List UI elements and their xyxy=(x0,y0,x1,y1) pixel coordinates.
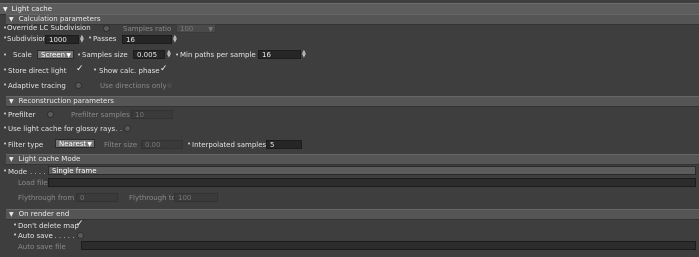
light-cache-title: Light cache xyxy=(11,5,53,13)
samples-size-label: Samples size xyxy=(82,51,128,59)
auto-save-label: Auto save xyxy=(18,232,53,240)
lc-mode-title: Light cache Mode xyxy=(18,155,81,163)
passes-label: Passes xyxy=(93,35,117,43)
glossy-checkbox[interactable] xyxy=(124,125,131,132)
calc-params-title: Calculation parameters xyxy=(18,15,101,23)
dropdown-arrow-icon: ▼ xyxy=(208,26,213,33)
min-paths-spinner-icon[interactable]: ▲ ▼ xyxy=(302,50,306,59)
mode-value: Single frame xyxy=(52,167,97,175)
subdivision-input[interactable]: 1000 xyxy=(45,35,79,44)
use-dirs-checkbox[interactable] xyxy=(166,82,173,89)
bullet-icon: • xyxy=(3,167,8,175)
mode-dots: . . . . xyxy=(30,168,46,176)
samples-ratio-value: 100 xyxy=(180,25,194,33)
show-calc-checkbox[interactable]: ✓ xyxy=(160,65,168,74)
glossy-dots: . . . xyxy=(111,125,123,133)
filter-size-input[interactable]: 0.00 xyxy=(141,140,183,149)
min-paths-label: Min paths per sample xyxy=(180,51,256,59)
auto-save-dots: . . . . . . xyxy=(50,232,75,240)
filter-type-value: Nearest xyxy=(59,140,87,148)
recon-params-title: Reconstruction parameters xyxy=(18,97,114,105)
lc-mode-header[interactable]: ▼ Light cache Mode xyxy=(6,154,699,165)
interp-dots: . xyxy=(256,141,259,149)
dont-delete-label: Don't delete map xyxy=(18,222,79,230)
bullet-icon: • xyxy=(3,51,8,59)
dont-delete-checkbox[interactable]: ✓ xyxy=(76,220,84,229)
adaptive-label: Adaptive tracing xyxy=(8,82,66,90)
bullet-icon: • xyxy=(3,124,8,132)
auto-save-file-label: Auto save file xyxy=(18,243,66,251)
collapse-triangle-icon: ▼ xyxy=(9,211,14,218)
flythrough-to-label: Flythrough to xyxy=(129,194,176,202)
subdivision-spinner-icon[interactable]: ▲ ▼ xyxy=(80,35,84,44)
render-end-title: On render end xyxy=(18,210,70,218)
store-direct-checkbox[interactable]: ✓ xyxy=(76,65,84,74)
prefilter-label: Prefilter xyxy=(8,111,36,119)
show-calc-label: Show calc. phase xyxy=(99,67,160,75)
samples-size-spinner-icon[interactable]: ▲ ▼ xyxy=(167,50,171,59)
samples-ratio-select[interactable]: 100 ▼ xyxy=(176,24,216,33)
passes-input[interactable]: 16 xyxy=(122,35,172,44)
passes-spinner-icon[interactable]: ▲ ▼ xyxy=(173,35,177,44)
load-file-label: Load file xyxy=(18,179,48,187)
min-paths-input[interactable]: 16 xyxy=(258,50,301,59)
render-end-header[interactable]: ▼ On render end xyxy=(6,209,699,220)
load-file-input[interactable] xyxy=(48,178,696,187)
auto-save-checkbox[interactable] xyxy=(77,232,84,239)
filter-type-select[interactable]: Nearest ▼ xyxy=(55,139,95,148)
collapse-triangle-icon: ▼ xyxy=(9,98,14,105)
store-direct-label: Store direct light xyxy=(8,67,67,75)
bullet-icon: • xyxy=(3,110,8,118)
samples-ratio-label: Samples ratio xyxy=(123,25,172,33)
calc-params-header[interactable]: ▼ Calculation parameters xyxy=(6,14,699,25)
collapse-triangle-icon: ▼ xyxy=(9,16,14,23)
scale-value: Screen xyxy=(41,51,66,59)
scale-label: Scale xyxy=(13,51,32,59)
auto-save-file-input[interactable] xyxy=(81,241,696,250)
bullet-icon: • xyxy=(3,66,8,74)
glossy-label: Use light cache for glossy rays xyxy=(8,125,116,133)
collapse-triangle-icon: ▼ xyxy=(9,156,14,163)
mode-label: Mode xyxy=(8,168,28,176)
prefilter-samples-label: Prefilter samples xyxy=(71,111,130,119)
dropdown-arrow-icon: ▼ xyxy=(87,141,92,148)
subdivision-label: Subdivision xyxy=(7,35,48,43)
flythrough-from-input[interactable]: 0 xyxy=(76,193,118,202)
filter-type-label: Filter type xyxy=(8,141,44,149)
dropdown-arrow-icon: ▼ xyxy=(66,52,71,59)
override-lc-label: Override LC Subdivision xyxy=(7,24,91,32)
interp-input[interactable]: 5 xyxy=(266,140,302,149)
bullet-icon: • xyxy=(77,51,82,59)
filter-size-label: Filter size xyxy=(104,141,138,149)
bullet-icon: • xyxy=(187,140,192,148)
flythrough-to-input[interactable]: 100 xyxy=(174,193,218,202)
bullet-icon: • xyxy=(13,231,18,239)
samples-size-input[interactable]: 0.005 xyxy=(133,50,165,59)
bullet-icon: • xyxy=(3,81,8,89)
recon-params-header[interactable]: ▼ Reconstruction parameters xyxy=(6,96,699,107)
override-lc-checkbox[interactable] xyxy=(103,25,110,32)
bullet-icon: • xyxy=(175,51,180,59)
prefilter-checkbox[interactable] xyxy=(47,111,54,118)
scale-select[interactable]: Screen ▼ xyxy=(37,50,74,59)
use-dirs-label: Use directions only xyxy=(100,82,167,90)
bullet-icon: • xyxy=(93,66,98,74)
prefilter-samples-input[interactable]: 10 xyxy=(131,110,173,119)
flythrough-from-label: Flythrough from xyxy=(18,194,75,202)
adaptive-checkbox[interactable] xyxy=(75,82,82,89)
mode-select[interactable]: Single frame xyxy=(48,166,696,175)
bullet-icon: • xyxy=(3,140,8,148)
bullet-icon: • xyxy=(88,34,93,42)
bullet-icon: • xyxy=(13,221,18,229)
